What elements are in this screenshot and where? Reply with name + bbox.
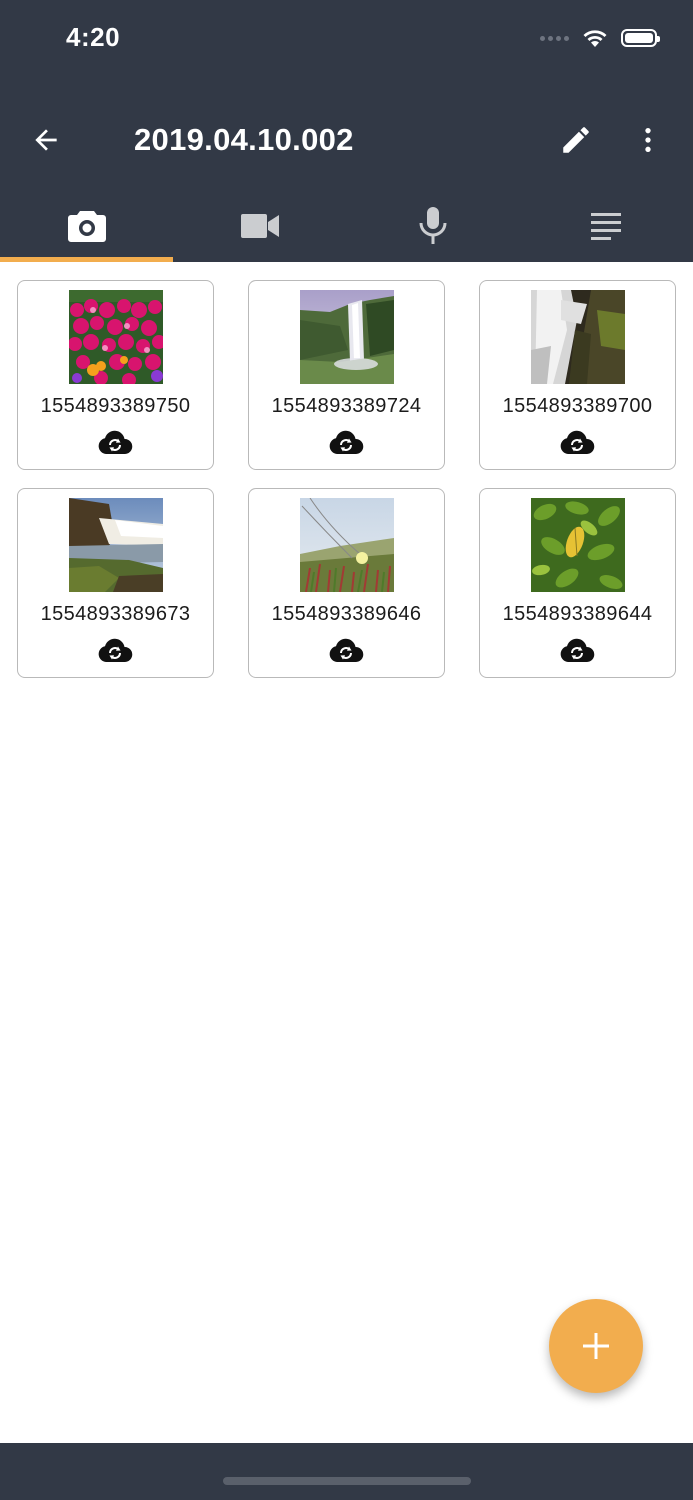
photo-card[interactable]: 1554893389644 (479, 488, 676, 678)
status-time: 4:20 (66, 22, 121, 52)
photo-card[interactable]: 1554893389646 (248, 488, 445, 678)
more-options-button[interactable] (628, 120, 668, 160)
media-tabs (0, 190, 693, 262)
photo-thumbnail (300, 498, 394, 592)
screen: 4:20 2019.04.10.002 1554893389750 155489… (0, 0, 693, 1500)
video-icon (240, 214, 279, 238)
photo-grid: 1554893389750 1554893389724 155489338970… (17, 280, 677, 678)
plus-icon (583, 1333, 609, 1359)
tab-videos[interactable] (173, 190, 346, 262)
photo-thumbnail (300, 290, 394, 384)
photo-thumbnail (531, 498, 625, 592)
battery-icon (621, 29, 660, 47)
cloud-sync-icon (560, 430, 595, 454)
photo-label: 1554893389644 (502, 603, 653, 625)
photo-thumbnail (69, 498, 163, 592)
tab-active-indicator (0, 257, 174, 262)
photo-label: 1554893389673 (40, 603, 191, 625)
back-button[interactable] (26, 120, 66, 160)
tab-notes[interactable] (520, 190, 693, 262)
notes-icon (591, 213, 622, 240)
more-vertical-icon (645, 128, 651, 152)
arrow-left-icon (35, 129, 57, 151)
status-icons (540, 26, 660, 50)
camera-icon (67, 211, 106, 242)
photo-card[interactable]: 1554893389724 (248, 280, 445, 470)
wifi-icon (583, 30, 607, 47)
bottom-bar (0, 1443, 693, 1500)
microphone-icon (419, 207, 447, 244)
photo-label: 1554893389750 (40, 395, 191, 417)
cloud-sync-icon (98, 638, 133, 662)
photo-card[interactable]: 1554893389700 (479, 280, 676, 470)
photo-label: 1554893389724 (271, 395, 422, 417)
cloud-sync-icon (98, 430, 133, 454)
edit-button[interactable] (556, 120, 596, 160)
photo-card[interactable]: 1554893389750 (17, 280, 214, 470)
cloud-sync-icon (329, 638, 364, 662)
cloud-sync-icon (560, 638, 595, 662)
photo-card[interactable]: 1554893389673 (17, 488, 214, 678)
tab-photos[interactable] (0, 190, 174, 262)
home-indicator[interactable] (223, 1477, 471, 1485)
photo-label: 1554893389700 (502, 395, 653, 417)
add-button[interactable] (549, 1299, 643, 1393)
cloud-sync-icon (329, 430, 364, 454)
app-header: 4:20 2019.04.10.002 (0, 0, 693, 262)
photo-thumbnail (69, 290, 163, 384)
page-title: 2019.04.10.002 (134, 122, 354, 157)
photo-label: 1554893389646 (271, 603, 422, 625)
photo-thumbnail (531, 290, 625, 384)
tab-audio[interactable] (347, 190, 520, 262)
cellular-signal-icon (540, 35, 569, 41)
pencil-icon (563, 127, 589, 153)
